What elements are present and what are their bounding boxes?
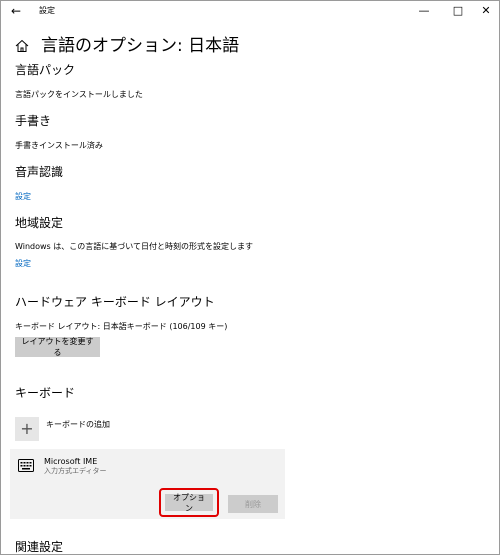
speech-heading: 音声認識 bbox=[15, 165, 64, 179]
home-icon[interactable] bbox=[15, 39, 29, 53]
handwriting-heading: 手書き bbox=[15, 114, 52, 128]
settings-window: ← 設定 — □ ✕ 言語のオプション: 日本語 言語パック 言語パックをインス… bbox=[0, 0, 500, 555]
maximize-button[interactable]: □ bbox=[443, 1, 473, 21]
related-settings-heading: 関連設定 bbox=[15, 540, 64, 554]
speech-settings-link[interactable]: 設定 bbox=[15, 191, 31, 203]
language-pack-heading: 言語パック bbox=[15, 63, 76, 77]
minimize-button[interactable]: — bbox=[409, 1, 439, 21]
window-title: 設定 bbox=[39, 6, 55, 15]
region-settings-link[interactable]: 設定 bbox=[15, 258, 31, 270]
options-button[interactable]: オプション bbox=[165, 493, 213, 513]
keyboard-icon bbox=[18, 459, 34, 472]
region-heading: 地域設定 bbox=[15, 216, 64, 230]
add-keyboard-button[interactable]: + bbox=[15, 417, 39, 441]
page-title: 言語のオプション: 日本語 bbox=[41, 36, 240, 56]
title-bar: ← 設定 — □ ✕ bbox=[1, 1, 499, 23]
keyboards-heading: キーボード bbox=[15, 386, 76, 400]
handwriting-status: 手書きインストール済み bbox=[15, 141, 103, 150]
region-description: Windows は、この言語に基づいて日付と時刻の形式を設定します bbox=[15, 242, 254, 251]
options-highlight-box: オプション bbox=[159, 488, 219, 517]
remove-button[interactable]: 削除 bbox=[228, 495, 278, 513]
back-arrow-icon[interactable]: ← bbox=[7, 3, 25, 19]
hardware-keyboard-heading: ハードウェア キーボード レイアウト bbox=[15, 295, 215, 309]
change-layout-button[interactable]: レイアウトを変更する bbox=[15, 337, 100, 357]
add-keyboard-label[interactable]: キーボードの追加 bbox=[46, 419, 110, 431]
keyboard-item-microsoft-ime[interactable]: Microsoft IME 入力方式エディター オプション 削除 bbox=[10, 449, 285, 519]
plus-icon: + bbox=[20, 419, 34, 438]
close-button[interactable]: ✕ bbox=[471, 1, 499, 21]
keyboard-layout-text: キーボード レイアウト: 日本語キーボード (106/109 キー) bbox=[15, 322, 228, 331]
language-pack-status: 言語パックをインストールしました bbox=[15, 90, 143, 99]
keyboard-subtitle: 入力方式エディター bbox=[44, 467, 107, 475]
